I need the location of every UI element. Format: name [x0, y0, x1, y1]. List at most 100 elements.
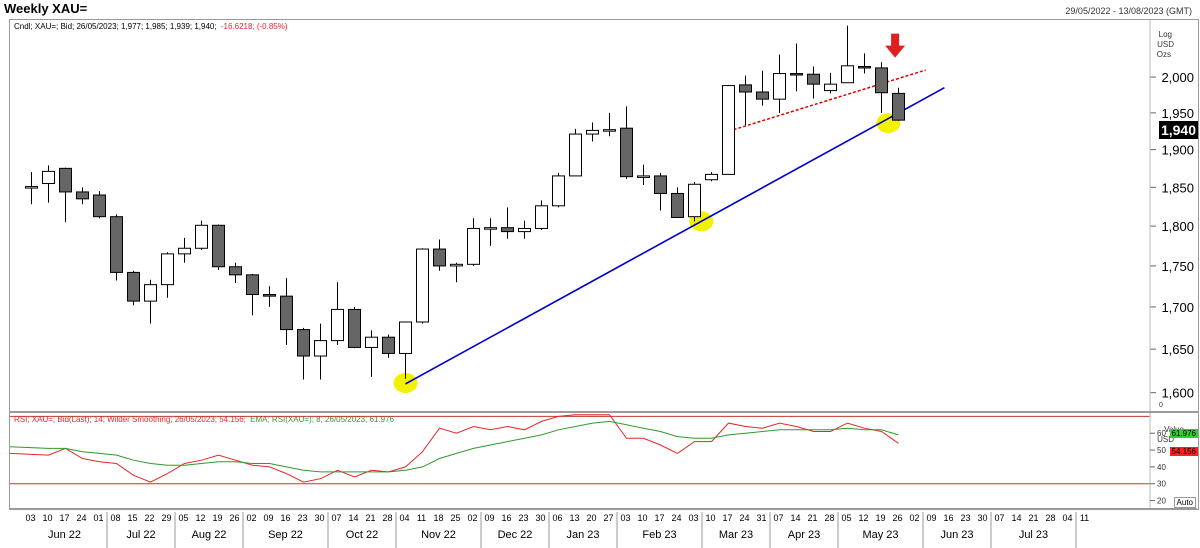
- x-month-label: Apr 23: [788, 529, 820, 541]
- x-month-label: Jan 23: [566, 529, 599, 541]
- candle: [603, 112, 616, 137]
- date-range: 29/05/2022 - 13/08/2023 (GMT): [1065, 6, 1192, 16]
- x-day-label: 07: [994, 513, 1004, 523]
- candle-body-down: [892, 92, 905, 121]
- candle-body-up: [569, 133, 582, 177]
- x-day-label: 28: [1045, 513, 1055, 523]
- candle: [654, 172, 667, 211]
- x-day-label: 17: [722, 513, 732, 523]
- x-day-label: 14: [790, 513, 800, 523]
- x-day-label: 02: [909, 513, 919, 523]
- candle-body-up: [586, 129, 599, 135]
- candle: [416, 248, 429, 324]
- x-month-label: Jun 22: [48, 529, 81, 541]
- x-day-label: 22: [144, 513, 154, 523]
- x-day-label: 13: [569, 513, 579, 523]
- candle: [773, 54, 786, 113]
- candle-body-up: [399, 321, 412, 354]
- ema-value-tag: 61.976: [1169, 428, 1198, 438]
- x-month-label: Jul 23: [1019, 529, 1048, 541]
- x-day-label: 24: [671, 513, 681, 523]
- candle: [756, 70, 769, 106]
- price-chart[interactable]: 2,000 1,950 1,900 1,850 1,800 1,750 1,700 1,650…: [10, 20, 1198, 411]
- x-day-label: 19: [212, 513, 222, 523]
- scale-log-label: Log: [1158, 30, 1172, 39]
- rsi-chart[interactable]: 6050403020: [10, 413, 1198, 509]
- candle: [824, 72, 837, 94]
- red-down-arrow-icon: [885, 33, 906, 58]
- x-day-label: 25: [450, 513, 460, 523]
- last-price-tag: 1,940: [1158, 121, 1198, 139]
- candle-body-down: [654, 175, 667, 194]
- candle: [484, 218, 497, 246]
- candle-body-up: [314, 340, 327, 357]
- candle-body-up: [416, 248, 429, 323]
- x-day-label: 06: [552, 513, 562, 523]
- x-day-label: 04: [1062, 513, 1072, 523]
- x-day-label: 17: [654, 513, 664, 523]
- x-day-label: 04: [399, 513, 409, 523]
- candle: [59, 167, 72, 223]
- candle-body-down: [501, 227, 514, 233]
- candle: [348, 306, 361, 349]
- candle: [569, 128, 582, 177]
- x-month-label: Jun 23: [940, 529, 973, 541]
- candle: [620, 106, 633, 179]
- candle-body-up: [705, 173, 718, 181]
- candle-body-down: [212, 224, 225, 268]
- x-day-label: 30: [535, 513, 545, 523]
- x-day-label: 09: [926, 513, 936, 523]
- x-day-label: 26: [892, 513, 902, 523]
- x-day-label: 28: [382, 513, 392, 523]
- candle-body-down: [348, 308, 361, 348]
- candle: [365, 330, 378, 377]
- x-day-label: 29: [161, 513, 171, 523]
- candle-body-up: [688, 183, 701, 218]
- x-day-label: 23: [960, 513, 970, 523]
- candle: [671, 187, 684, 218]
- candle: [110, 214, 123, 281]
- x-day-label: 02: [467, 513, 477, 523]
- auto-scale-button[interactable]: Auto: [1173, 497, 1196, 508]
- support-trendline: [405, 87, 945, 385]
- candle: [93, 191, 106, 219]
- candle-body-down: [280, 295, 293, 331]
- x-day-label: 28: [824, 513, 834, 523]
- x-day-label: 02: [246, 513, 256, 523]
- x-axis: 03 10 17 24 01 08 15 22 29 05 12 19 26 02 09 16 23 30 07 14…: [9, 508, 1197, 548]
- candle-body-down: [93, 194, 106, 218]
- candle-body-down: [858, 66, 871, 69]
- rsi-tick-label: 30: [1157, 480, 1166, 489]
- x-day-label: 09: [263, 513, 273, 523]
- candle: [807, 66, 820, 99]
- candle-body-down: [807, 73, 820, 85]
- candle: [178, 237, 191, 263]
- y-tick-label: 1,750: [1161, 259, 1194, 274]
- candle-body-down: [127, 271, 140, 302]
- price-panel[interactable]: Cndl; XAU=; Bid; 26/05/2023; 1,977; 1,98…: [9, 19, 1199, 412]
- x-day-label: 10: [42, 513, 52, 523]
- candle-body-down: [263, 294, 276, 297]
- x-day-label: 21: [807, 513, 817, 523]
- x-month-label: Feb 23: [642, 529, 676, 541]
- x-day-label: 07: [773, 513, 783, 523]
- candle: [688, 181, 701, 222]
- candle: [518, 220, 531, 239]
- x-day-label: 24: [739, 513, 749, 523]
- chart-title: Weekly XAU=: [4, 1, 88, 16]
- candle: [195, 220, 208, 250]
- x-day-label: 12: [195, 513, 205, 523]
- candle-body-up: [824, 83, 837, 92]
- x-day-label: 23: [297, 513, 307, 523]
- x-day-label: 01: [93, 513, 103, 523]
- candle-body-up: [773, 73, 786, 100]
- y-tick-label: 1,600: [1161, 386, 1194, 401]
- x-day-label: 12: [858, 513, 868, 523]
- scale-unit-label: Ozs: [1156, 50, 1171, 59]
- x-day-label: 31: [756, 513, 766, 523]
- candle-body-up: [331, 308, 344, 342]
- x-day-label: 17: [59, 513, 69, 523]
- x-month-label: Jul 22: [126, 529, 155, 541]
- rsi-panel[interactable]: RSI; XAU=; Bid(Last); 14; Wilder Smoothi…: [9, 412, 1199, 510]
- candle: [42, 165, 55, 203]
